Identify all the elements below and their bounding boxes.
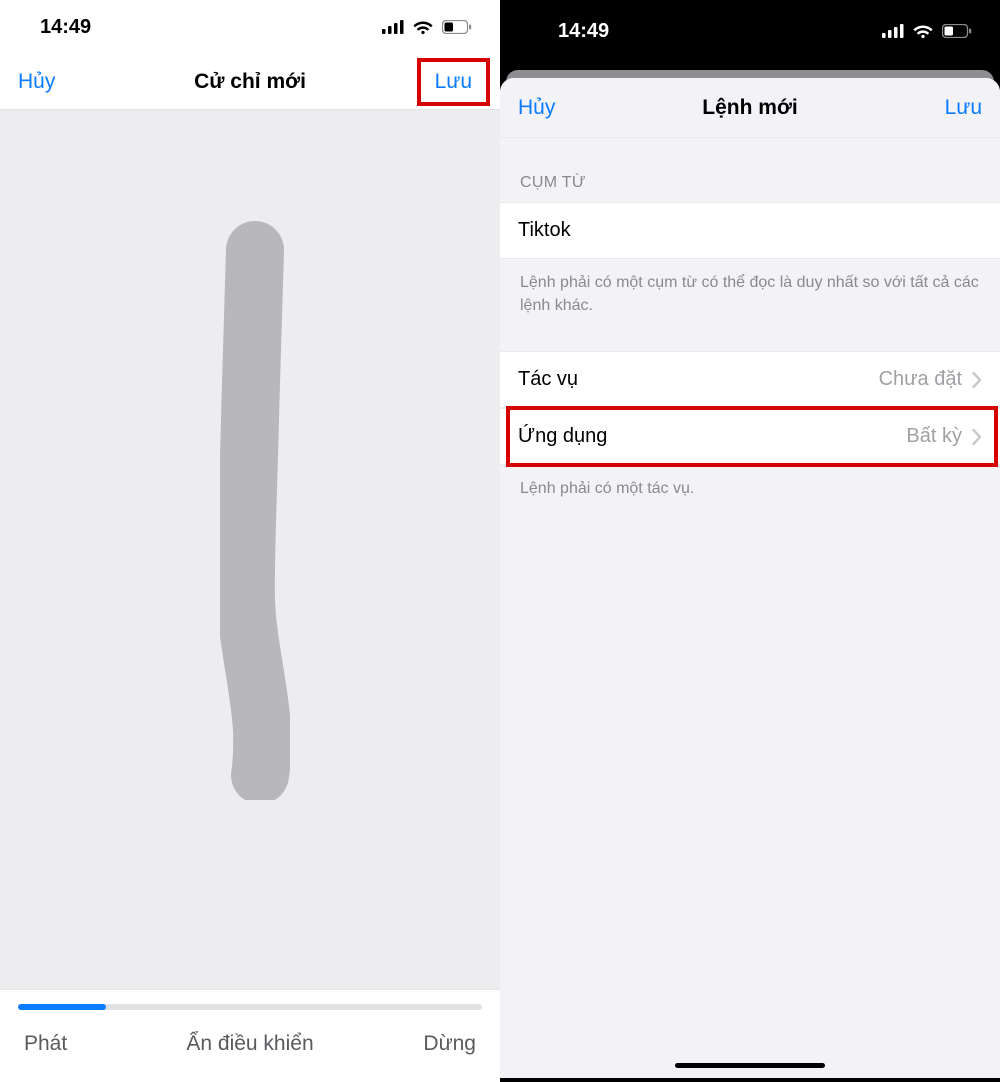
section-header-phrase: CỤM TỪ (500, 138, 1000, 202)
gesture-stroke (220, 220, 290, 800)
cellular-icon (882, 24, 904, 38)
page-title: Lệnh mới (702, 96, 797, 120)
stop-button[interactable]: Dừng (423, 1032, 476, 1056)
cancel-button[interactable]: Hủy (518, 96, 555, 120)
nav-bar: Hủy Lệnh mới Lưu (500, 78, 1000, 138)
battery-icon (442, 20, 472, 34)
play-button[interactable]: Phát (24, 1032, 67, 1056)
app-value: Bất kỳ (906, 425, 962, 448)
home-indicator[interactable] (675, 1063, 825, 1068)
status-bar: 14:49 (0, 0, 500, 54)
hide-controls-button[interactable]: Ẩn điều khiển (186, 1032, 313, 1056)
gesture-canvas[interactable] (0, 110, 500, 990)
task-label: Tác vụ (518, 368, 578, 391)
status-bar: 14:49 (500, 0, 1000, 62)
status-time: 14:49 (558, 20, 609, 43)
phrase-value: Tiktok (518, 219, 571, 242)
screen-new-command: 14:49 Hủy Lệnh mới Lưu CỤM TỪ Tiktok Lện… (500, 0, 1000, 1082)
page-title: Cử chỉ mới (194, 70, 306, 94)
battery-icon (942, 24, 972, 38)
phrase-footer: Lệnh phải có một cụm từ có thể đọc là du… (500, 259, 1000, 317)
wifi-icon (412, 19, 434, 35)
app-label: Ứng dụng (518, 425, 607, 448)
task-row[interactable]: Tác vụ Chưa đặt (500, 351, 1000, 408)
save-button[interactable]: Lưu (425, 64, 482, 100)
cancel-button[interactable]: Hủy (18, 70, 55, 94)
task-footer: Lệnh phải có một tác vụ. (500, 465, 1000, 500)
wifi-icon (912, 23, 934, 39)
status-time: 14:49 (40, 16, 91, 39)
status-icons (382, 19, 472, 35)
nav-bar: Hủy Cử chỉ mới Lưu (0, 54, 500, 110)
app-row[interactable]: Ứng dụng Bất kỳ (500, 408, 1000, 465)
save-button[interactable]: Lưu (945, 96, 982, 120)
status-icons (882, 23, 972, 39)
playback-toolbar: Phát Ẩn điều khiển Dừng (0, 989, 500, 1082)
modal-sheet: Hủy Lệnh mới Lưu CỤM TỪ Tiktok Lệnh phải… (500, 78, 1000, 1078)
task-value: Chưa đặt (879, 368, 962, 391)
chevron-right-icon (972, 372, 982, 388)
phrase-input-row[interactable]: Tiktok (500, 202, 1000, 259)
screen-new-gesture: 14:49 Hủy Cử chỉ mới Lưu (0, 0, 500, 1082)
chevron-right-icon (972, 429, 982, 445)
cellular-icon (382, 20, 404, 34)
